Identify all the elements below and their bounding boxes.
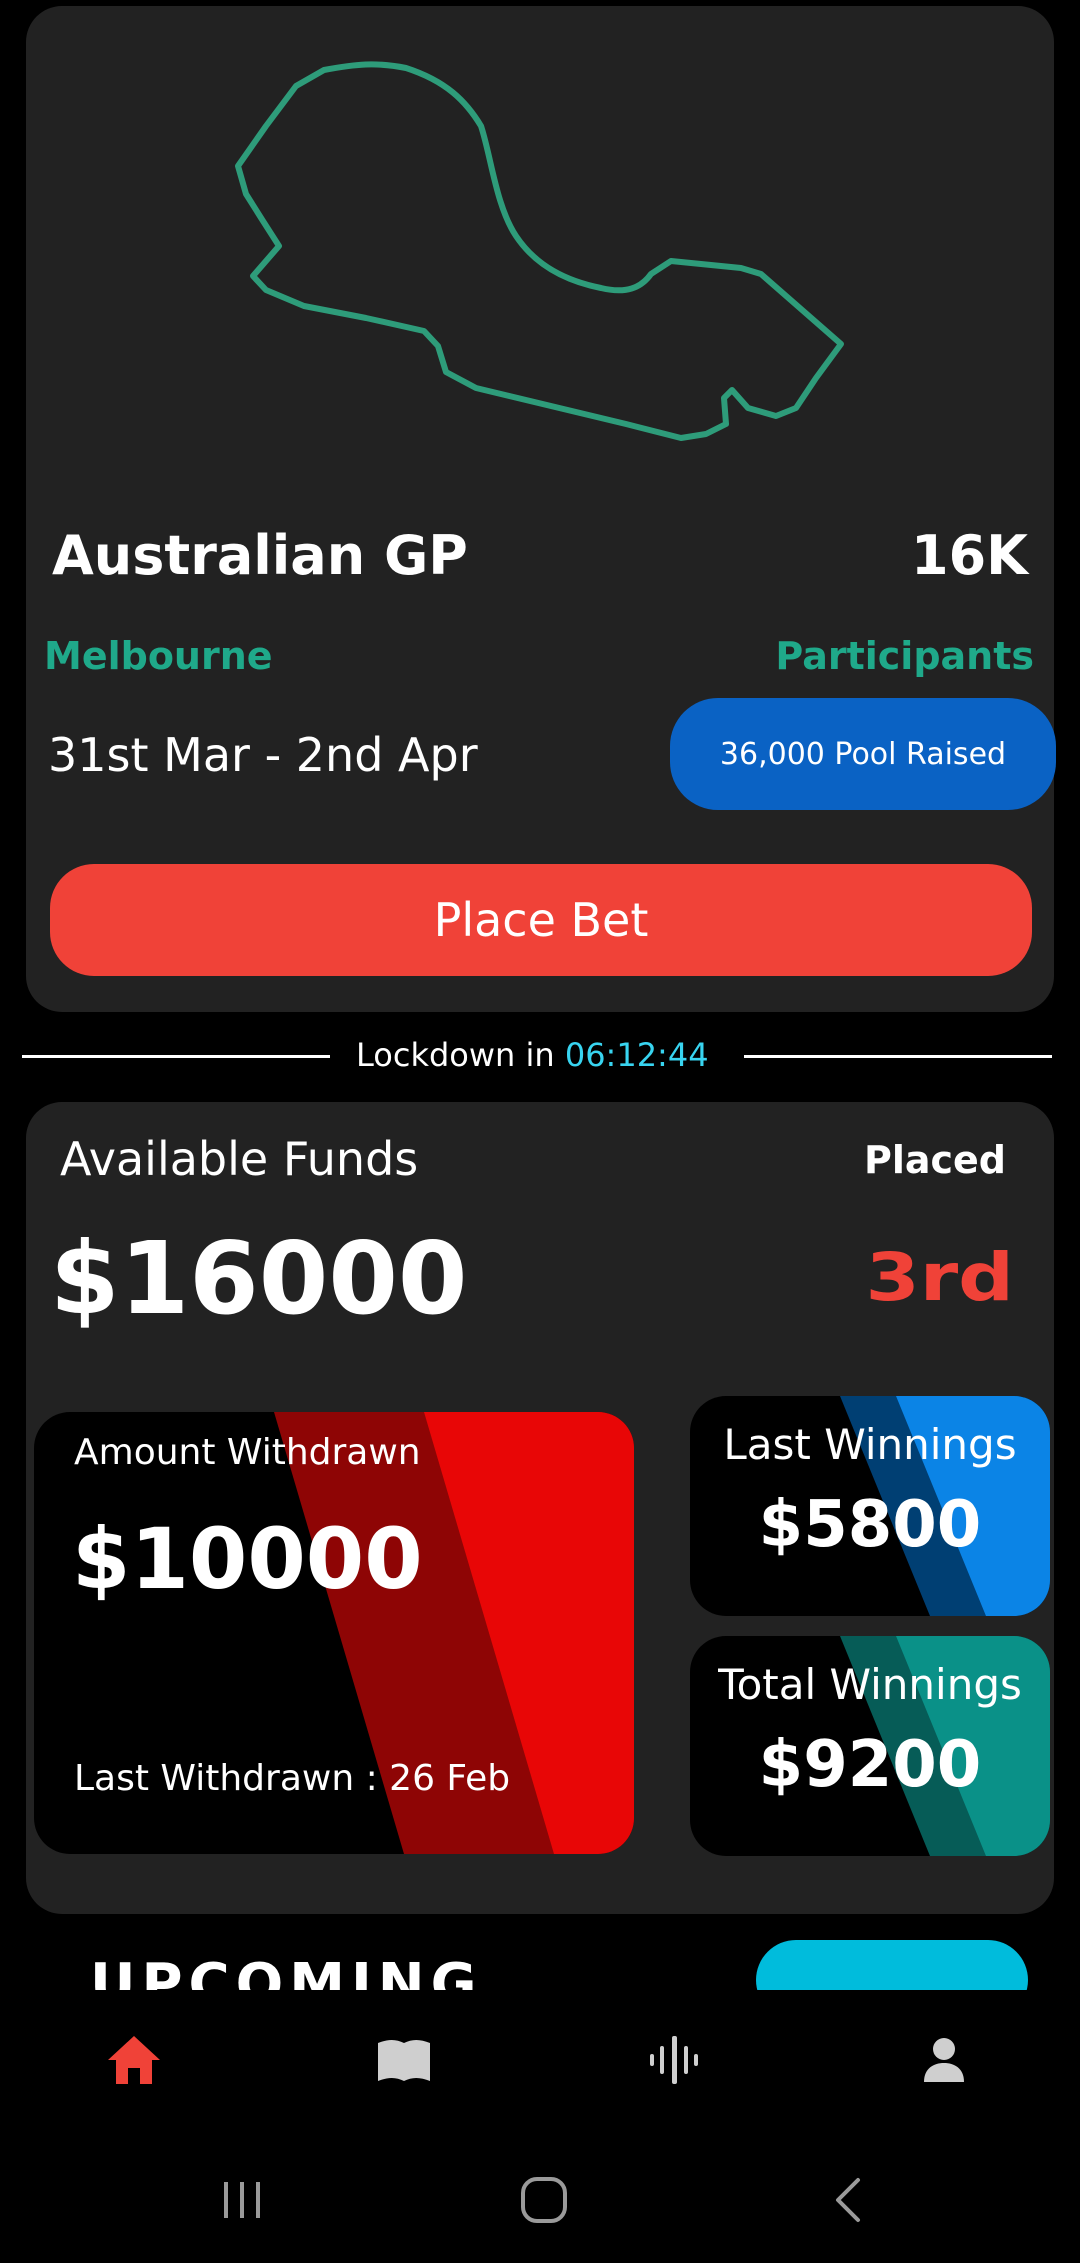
last-winnings-tile[interactable]: Last Winnings $5800 — [690, 1396, 1050, 1616]
place-bet-button[interactable]: Place Bet — [50, 864, 1032, 976]
upcoming-section-peek: UPCOMING — [0, 1930, 1080, 1990]
nav-map[interactable] — [364, 2020, 444, 2100]
back-icon — [836, 2178, 860, 2222]
recents-icon — [224, 2182, 260, 2218]
last-winnings-value: $5800 — [758, 1488, 982, 1562]
lockdown-timer: 06:12:44 — [564, 1036, 709, 1074]
participants-label: Participants — [775, 634, 1034, 678]
total-winnings-label: Total Winnings — [718, 1660, 1022, 1709]
audio-wave-icon — [650, 2036, 698, 2084]
upcoming-heading: UPCOMING — [90, 1952, 483, 1990]
race-date: 31st Mar - 2nd Apr — [48, 728, 478, 782]
pool-raised-badge: 36,000 Pool Raised — [670, 698, 1056, 810]
divider-line-right — [744, 1055, 1052, 1058]
amount-withdrawn-tile[interactable]: Amount Withdrawn $10000 Last Withdrawn :… — [34, 1412, 634, 1854]
bottom-nav — [0, 1990, 1080, 2130]
total-winnings-tile[interactable]: Total Winnings $9200 — [690, 1636, 1050, 1856]
last-winnings-label: Last Winnings — [723, 1420, 1017, 1469]
map-icon — [378, 2040, 430, 2081]
funds-card: Available Funds Placed $16000 3rd Amount… — [26, 1102, 1054, 1914]
last-withdrawn-text: Last Withdrawn : 26 Feb — [74, 1758, 511, 1799]
lockdown-label: Lockdown in — [356, 1036, 555, 1074]
available-funds-label: Available Funds — [60, 1132, 419, 1186]
nav-audio[interactable] — [634, 2020, 714, 2100]
system-recents-button[interactable] — [202, 2160, 282, 2240]
amount-withdrawn-label: Amount Withdrawn — [74, 1432, 421, 1473]
divider-line-left — [22, 1055, 330, 1058]
race-card: Australian GP 16K Melbourne Participants… — [26, 6, 1056, 1012]
total-winnings-value: $9200 — [758, 1728, 982, 1802]
pool-raised-text: 36,000 Pool Raised — [719, 736, 1007, 772]
placed-rank-text: 3rd — [865, 1240, 1014, 1316]
nav-home[interactable] — [94, 2020, 174, 2100]
available-funds-value: $16000 — [50, 1220, 468, 1337]
amount-withdrawn-value: $10000 — [72, 1510, 423, 1608]
placed-rank: 3rd — [865, 1240, 1014, 1316]
upcoming-action-button[interactable] — [756, 1940, 1028, 1990]
home-icon — [108, 2036, 160, 2084]
track-map-icon — [235, 61, 844, 441]
home-circle-icon — [521, 2177, 567, 2223]
participants-count: 16K — [911, 524, 1028, 587]
placed-label: Placed — [863, 1138, 1006, 1182]
race-city: Melbourne — [44, 634, 273, 678]
lockdown-divider: Lockdown in 06:12:44 — [0, 1028, 1080, 1084]
system-home-button[interactable] — [504, 2160, 584, 2240]
race-title: Australian GP — [52, 524, 468, 587]
system-back-button[interactable] — [808, 2160, 888, 2240]
lockdown-text: Lockdown in 06:12:44 — [356, 1036, 709, 1074]
nav-profile[interactable] — [904, 2020, 984, 2100]
system-nav-bar — [0, 2130, 1080, 2263]
profile-icon — [924, 2038, 964, 2082]
